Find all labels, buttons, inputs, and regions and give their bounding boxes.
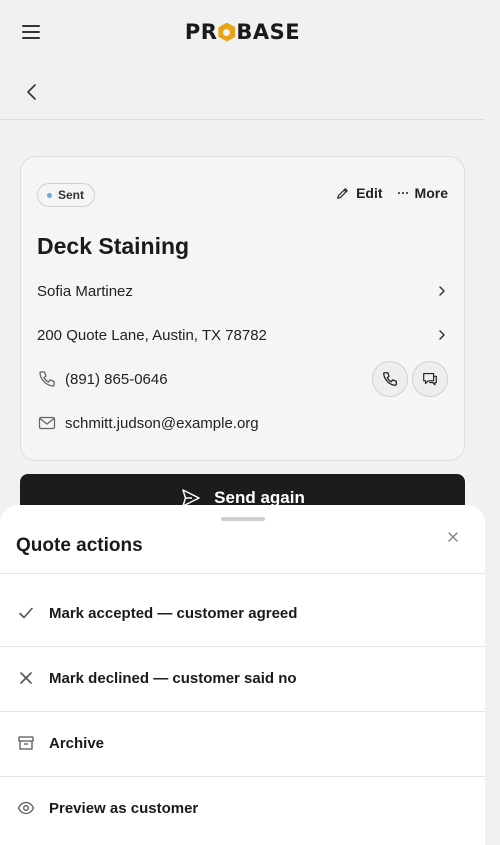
sheet-drag-handle[interactable] xyxy=(221,517,265,521)
status-badge: Sent xyxy=(37,183,96,207)
phone-number: (891) 865-0646 xyxy=(65,370,168,388)
logo-hex-mark xyxy=(218,22,236,42)
archive-item[interactable]: Archive xyxy=(0,711,485,775)
probase-logo: PR BASE xyxy=(185,20,300,44)
edit-button[interactable]: Edit xyxy=(335,185,383,201)
edit-label: Edit xyxy=(356,185,383,201)
email-address: schmitt.judson@example.org xyxy=(65,414,259,432)
ellipsis-icon xyxy=(397,192,408,194)
customer-row[interactable]: Sofia Martinez xyxy=(37,279,448,303)
phone-icon xyxy=(39,371,55,387)
more-button[interactable]: More xyxy=(397,185,448,201)
email-row[interactable]: schmitt.judson@example.org xyxy=(37,411,448,435)
eye-icon xyxy=(17,801,35,815)
chevron-left-icon[interactable] xyxy=(22,82,42,102)
address-text: 200 Quote Lane, Austin, TX 78782 xyxy=(37,326,267,344)
mark-accepted-label: Mark accepted — customer agreed xyxy=(49,604,298,622)
logo-text-left: PR xyxy=(184,20,218,44)
more-label: More xyxy=(414,185,448,201)
quote-title: Deck Staining xyxy=(37,233,190,259)
sheet-title: Quote actions xyxy=(16,535,143,556)
chat-bubbles-icon xyxy=(423,373,437,386)
message-button[interactable] xyxy=(412,361,448,397)
hamburger-menu-icon[interactable] xyxy=(22,22,42,42)
preview-as-customer-label: Preview as customer xyxy=(49,799,199,817)
sub-bar xyxy=(0,64,485,120)
x-icon xyxy=(20,672,32,684)
envelope-icon xyxy=(38,416,56,430)
top-bar: PR BASE xyxy=(0,0,485,64)
card-actions: Edit More xyxy=(335,185,448,201)
pencil-icon xyxy=(337,187,348,199)
chevron-right-icon xyxy=(439,286,445,296)
customer-name: Sofia Martinez xyxy=(37,282,133,300)
address-row[interactable]: 200 Quote Lane, Austin, TX 78782 xyxy=(37,323,448,347)
status-dot xyxy=(47,192,52,198)
chevron-right-icon xyxy=(439,330,445,340)
mark-accepted-item[interactable]: Mark accepted — customer agreed xyxy=(0,581,485,645)
call-button[interactable] xyxy=(372,361,408,397)
close-icon[interactable] xyxy=(447,531,459,543)
check-icon xyxy=(19,607,33,619)
mark-declined-label: Mark declined — customer said no xyxy=(49,669,297,687)
archive-icon xyxy=(18,736,34,750)
status-label: Sent xyxy=(58,188,85,202)
quote-actions-sheet: Quote actions Mark accepted — customer a… xyxy=(0,505,485,845)
quote-card: Sent Edit More Deck Staining Sofia Marti… xyxy=(20,156,465,461)
phone-icon xyxy=(383,372,397,386)
preview-as-customer-item[interactable]: Preview as customer xyxy=(0,776,485,840)
mark-declined-item[interactable]: Mark declined — customer said no xyxy=(0,646,485,710)
divider xyxy=(0,573,485,574)
logo-text-right: BASE xyxy=(236,20,301,44)
archive-label: Archive xyxy=(49,734,105,752)
